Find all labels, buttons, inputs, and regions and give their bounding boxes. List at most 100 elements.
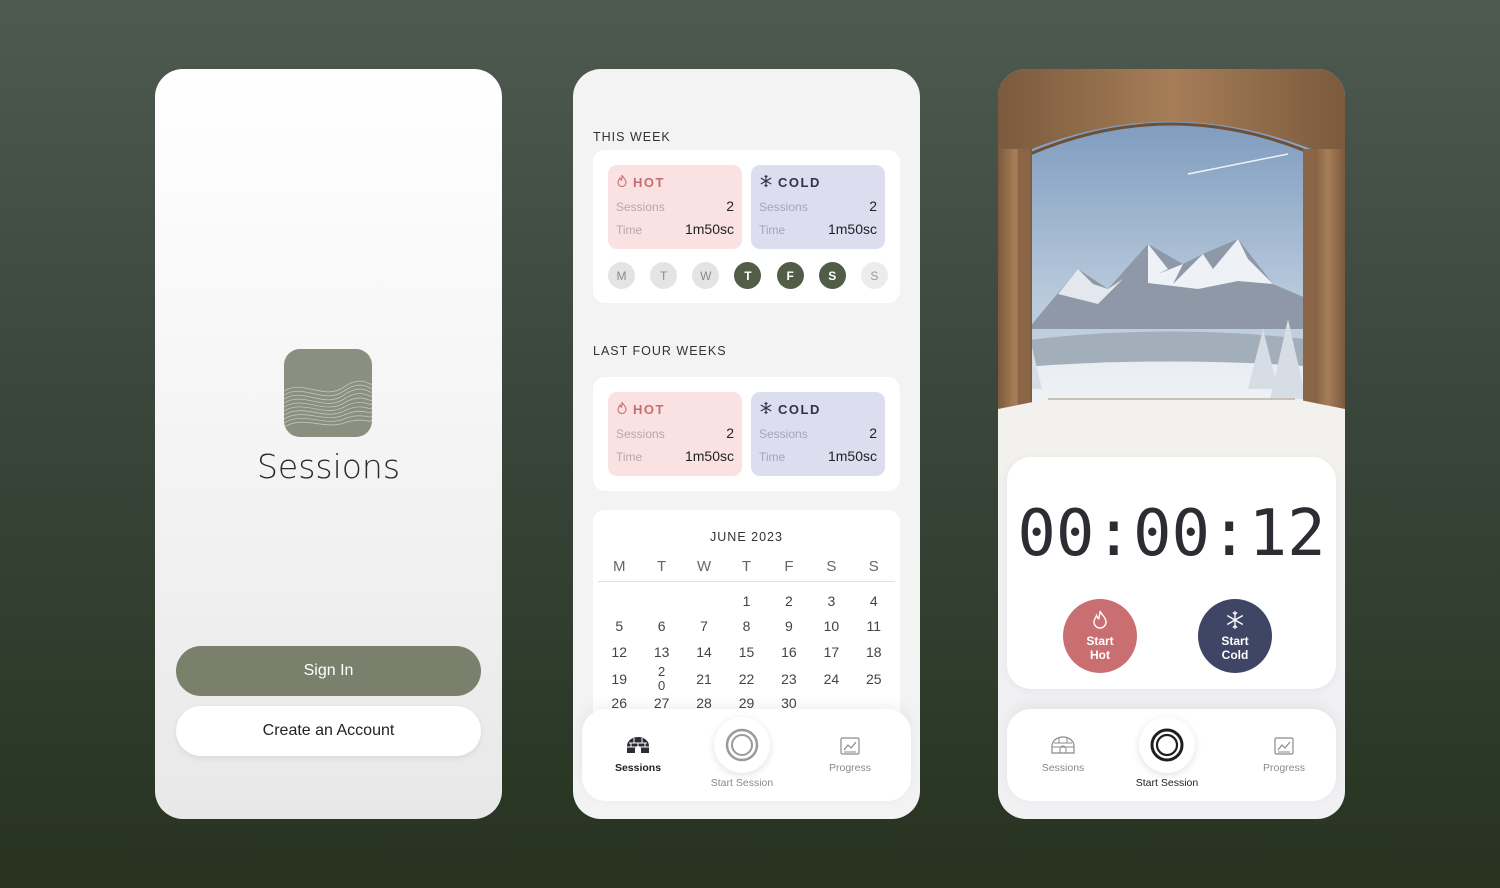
sessions-label: Sessions [616, 427, 665, 441]
sessions-value: 2 [869, 198, 877, 214]
calendar-day[interactable]: 1 [725, 594, 767, 608]
calendar-day[interactable]: 29 [725, 696, 767, 710]
day-sunday[interactable]: S [860, 262, 888, 289]
day-monday[interactable]: M [608, 262, 635, 289]
create-account-button[interactable]: Create an Account [176, 706, 481, 756]
calendar-weekday-header: M T W T F S S [598, 558, 895, 582]
start-hot-button[interactable]: Start Hot [1063, 599, 1137, 673]
nav-progress[interactable]: Progress [818, 737, 882, 774]
cold-stat-card[interactable]: COLD Sessions 2 Time 1m50sc [751, 165, 885, 249]
nav-progress[interactable]: Progress [1252, 737, 1316, 774]
day-saturday[interactable]: S [818, 262, 846, 289]
flame-icon [616, 401, 628, 417]
timer-display: 00:00:12 [1017, 497, 1326, 571]
sign-in-button[interactable]: Sign In [176, 646, 481, 696]
timer-screen: 00:00:12 Start Hot Start Cold Sessions S… [998, 69, 1345, 819]
calendar-day[interactable]: 7 [683, 619, 725, 633]
hot-stat-card[interactable]: HOT Sessions 2 Time 1m50sc [608, 165, 742, 249]
weekday-label: T [657, 558, 667, 575]
calendar-day[interactable]: 4 [853, 594, 895, 608]
this-week-title: THIS WEEK [593, 130, 671, 144]
time-value: 1m50sc [684, 448, 734, 464]
calendar-day[interactable]: 30 [768, 696, 810, 710]
time-label: Time [759, 223, 786, 237]
calendar-day[interactable]: 6 [640, 619, 682, 633]
nav-start-session[interactable]: Start Session [1129, 717, 1205, 789]
calendar-day[interactable]: 12 [598, 645, 640, 659]
ring-icon [714, 717, 770, 773]
calendar-day[interactable]: 23 [768, 672, 810, 686]
calendar-week-row: 12 13 14 15 16 17 18 [598, 639, 895, 665]
nav-start-session[interactable]: Start Session [704, 717, 780, 789]
chart-icon [1274, 737, 1294, 758]
hot-stat-card[interactable]: HOT Sessions 2 Time 1m50sc [608, 392, 742, 476]
calendar-month-title: JUNE 2023 [710, 530, 783, 544]
weekday-label: T [741, 558, 752, 575]
weekday-label: S [826, 558, 837, 575]
calendar-day[interactable]: 11 [853, 619, 895, 633]
bottom-nav: Sessions Start Session Progress [582, 709, 911, 801]
day-wednesday[interactable]: W [692, 262, 720, 289]
start-hot-label-line2: Hot [1090, 647, 1110, 662]
calendar-day[interactable]: 16 [768, 645, 810, 659]
calendar-days: 1 2 3 4 5 6 7 8 9 10 11 12 13 14 15 16 17 18 19 2 0 21 22 23 24… [598, 582, 895, 716]
calendar-day[interactable]: 10 [810, 619, 852, 633]
calendar-day[interactable]: 28 [683, 696, 725, 710]
calendar-day[interactable]: 2 0 [640, 664, 682, 695]
weekday-label: F [784, 558, 794, 575]
calendar-day[interactable]: 21 [683, 672, 725, 686]
start-cold-label-line1: Start [1221, 634, 1249, 649]
day-tuesday[interactable]: T [650, 262, 678, 289]
calendar-day[interactable]: 18 [853, 645, 895, 659]
dashboard-screen: THIS WEEK HOT Sessions 2 Time 1m50sc COLD … [573, 69, 920, 819]
calendar-day[interactable]: 13 [640, 645, 682, 659]
calendar-day[interactable]: 27 [640, 696, 682, 710]
calendar-week-row: 19 2 0 21 22 23 24 25 [598, 664, 895, 694]
timer-card: 00:00:12 Start Hot Start Cold [1007, 457, 1336, 689]
calendar-day[interactable]: 25 [853, 672, 895, 686]
nav-sessions[interactable]: Sessions [1027, 735, 1099, 774]
calendar-day[interactable]: 24 [810, 672, 852, 686]
time-label: Time [616, 450, 643, 464]
day-thursday[interactable]: T [734, 262, 762, 289]
time-value: 1m50sc [827, 221, 877, 237]
sessions-label: Sessions [759, 200, 808, 214]
time-label: Time [759, 450, 786, 464]
calendar-day[interactable]: 19 [598, 672, 640, 686]
nav-progress-label: Progress [828, 762, 871, 774]
calendar-day[interactable]: 3 [810, 594, 852, 608]
cold-stat-card[interactable]: COLD Sessions 2 Time 1m50sc [751, 392, 885, 476]
sessions-value: 2 [726, 198, 734, 214]
calendar-week-row: 5 6 7 8 9 10 11 [598, 614, 895, 640]
calendar-day[interactable]: 22 [725, 672, 767, 686]
nav-start-session-label: Start Session [710, 777, 774, 789]
calendar-day[interactable]: 8 [725, 619, 767, 633]
welcome-screen: Sessions Sign In Create an Account [155, 69, 502, 819]
last-four-weeks-card: HOT Sessions 2 Time 1m50sc COLD Sessions 2 … [593, 377, 900, 491]
calendar-grid: M T W T F S S 1 2 3 4 5 6 7 8 9 10 11 12 13 14 15 16 17 1… [598, 558, 895, 716]
chart-icon [840, 737, 860, 758]
cold-label: COLD [778, 174, 821, 190]
hot-label: HOT [633, 174, 665, 190]
igloo-icon [1050, 736, 1076, 758]
ring-icon [1139, 717, 1195, 773]
weekday-tracker: M T W T F S S [608, 262, 888, 289]
flame-icon [616, 174, 628, 190]
calendar-day[interactable]: 5 [598, 619, 640, 633]
calendar-day[interactable]: 15 [725, 645, 767, 659]
weekday-label: S [868, 558, 879, 575]
calendar-day[interactable]: 17 [810, 645, 852, 659]
nav-sessions-label: Sessions [1041, 762, 1085, 774]
calendar-day[interactable]: 26 [598, 696, 640, 710]
calendar-day[interactable]: 2 [768, 594, 810, 608]
calendar-day[interactable]: 14 [683, 645, 725, 659]
sessions-value: 2 [869, 425, 877, 441]
start-cold-button[interactable]: Start Cold [1198, 599, 1272, 673]
nav-sessions[interactable]: Sessions [602, 735, 674, 774]
calendar-day[interactable]: 9 [768, 619, 810, 633]
sessions-value: 2 [726, 425, 734, 441]
day-friday[interactable]: F [776, 262, 804, 289]
sessions-label: Sessions [616, 200, 665, 214]
start-cold-label-line2: Cold [1221, 647, 1249, 662]
snowflake-icon [1224, 609, 1246, 635]
